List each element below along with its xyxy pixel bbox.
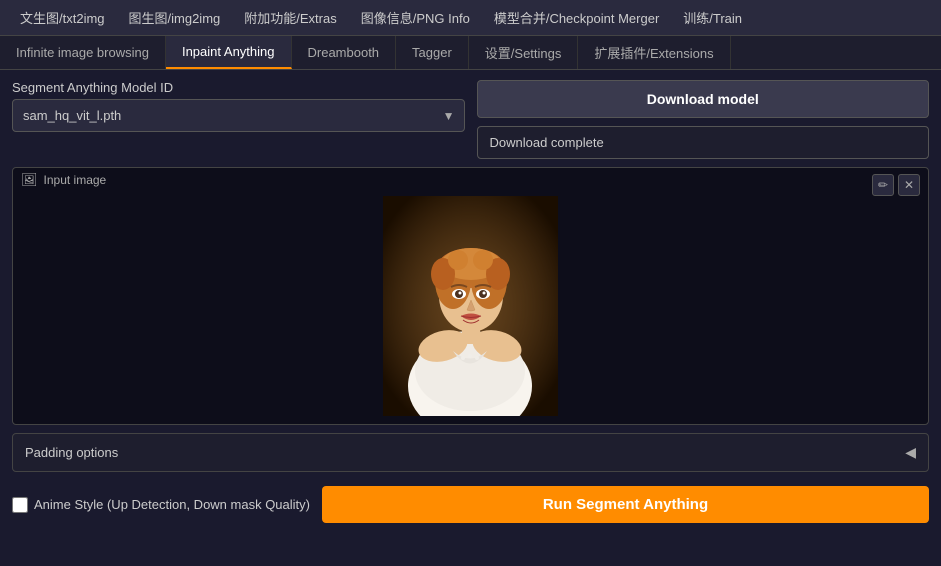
padding-options-title: Padding options [25,445,118,460]
anime-style-label: Anime Style (Up Detection, Down mask Qua… [34,497,310,512]
padding-options-header[interactable]: Padding options ◀ [13,434,928,471]
image-container [13,192,928,424]
image-icon: 🖼 [21,172,38,188]
tab-inpaint[interactable]: Inpaint Anything [166,36,292,69]
nav-merger[interactable]: 模型合并/Checkpoint Merger [482,0,671,35]
image-tools: ✏ ✕ [872,174,920,196]
anime-style-wrapper: Anime Style (Up Detection, Down mask Qua… [12,497,310,513]
close-image-button[interactable]: ✕ [898,174,920,196]
input-image-display [383,196,558,416]
model-id-label: Segment Anything Model ID [12,80,465,95]
top-section: Segment Anything Model ID sam_hq_vit_l.p… [12,80,929,159]
nav-txt2img[interactable]: 文生图/txt2img [8,0,117,35]
tab-settings[interactable]: 设置/Settings [469,36,579,69]
model-select[interactable]: sam_hq_vit_l.pth sam_vit_h.pth sam_vit_l… [12,99,465,132]
main-content: Segment Anything Model ID sam_hq_vit_l.p… [0,70,941,566]
nav-pnginfo[interactable]: 图像信息/PNG Info [349,0,482,35]
nav-img2img[interactable]: 图生图/img2img [117,0,233,35]
download-panel: Download model Download complete [477,80,930,159]
padding-options-arrow-icon: ◀ [905,444,916,461]
input-image-label: Input image [44,173,107,187]
tab-extensions[interactable]: 扩展插件/Extensions [578,36,730,69]
padding-options-section: Padding options ◀ [12,433,929,472]
image-area-header: 🖼 Input image [13,168,928,192]
bottom-bar: Anime Style (Up Detection, Down mask Qua… [12,480,929,529]
nav-train[interactable]: 训练/Train [671,0,754,35]
download-model-button[interactable]: Download model [477,80,930,118]
nav-extras[interactable]: 附加功能/Extras [232,0,348,35]
model-select-wrapper: sam_hq_vit_l.pth sam_vit_h.pth sam_vit_l… [12,99,465,132]
download-status: Download complete [477,126,930,159]
anime-style-checkbox[interactable] [12,497,28,513]
tab-bar: Infinite image browsing Inpaint Anything… [0,36,941,70]
tab-dreambooth[interactable]: Dreambooth [292,36,397,69]
input-image-area: 🖼 Input image ✏ ✕ [12,167,929,425]
edit-image-button[interactable]: ✏ [872,174,894,196]
run-segment-anything-button[interactable]: Run Segment Anything [322,486,929,523]
tab-tagger[interactable]: Tagger [396,36,469,69]
tab-iib[interactable]: Infinite image browsing [0,36,166,69]
model-id-panel: Segment Anything Model ID sam_hq_vit_l.p… [12,80,465,159]
top-navigation: 文生图/txt2img 图生图/img2img 附加功能/Extras 图像信息… [0,0,941,36]
